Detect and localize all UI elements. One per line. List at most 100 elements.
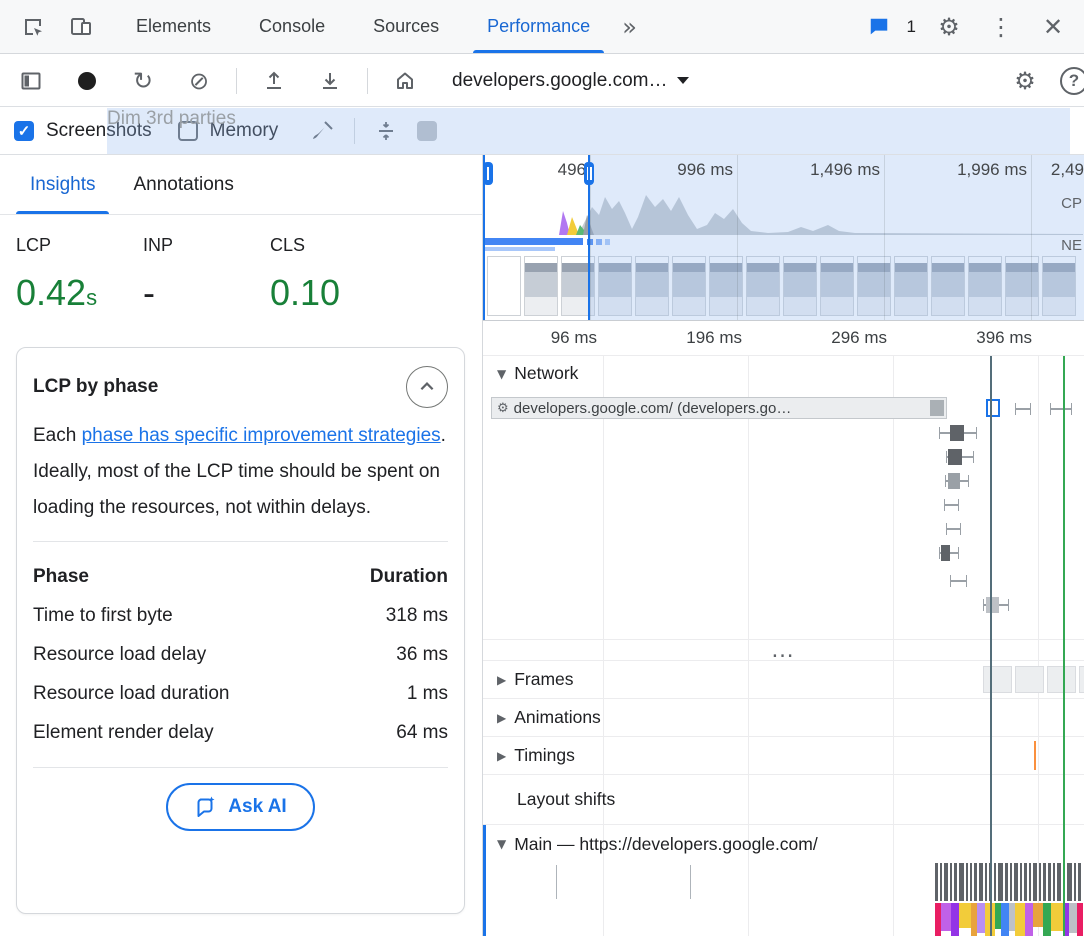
tab-insights[interactable]: Insights: [16, 155, 109, 214]
network-request-bar[interactable]: [941, 545, 950, 561]
filmstrip-thumbnail[interactable]: [487, 256, 521, 316]
network-request-bar[interactable]: ⚙ developers.google.com/ (developers.go…: [491, 397, 947, 419]
track-resize-handle[interactable]: …: [483, 639, 1084, 661]
network-request-bar[interactable]: [946, 523, 961, 535]
frame-thumbnail[interactable]: [1079, 666, 1084, 693]
flame-chart-segment[interactable]: [1001, 903, 1009, 936]
main-task-bar[interactable]: [1074, 863, 1076, 901]
improvement-strategies-link[interactable]: phase has specific improvement strategie…: [82, 425, 441, 446]
metric-cls[interactable]: CLS 0.10: [270, 235, 397, 314]
flame-chart-segment[interactable]: [1077, 903, 1083, 936]
main-task-bar[interactable]: [974, 863, 977, 901]
flame-chart-segment[interactable]: [1051, 903, 1063, 931]
main-task-bar[interactable]: [1005, 863, 1008, 901]
reload-and-record-icon[interactable]: ↻: [124, 62, 162, 100]
tab-sources[interactable]: Sources: [349, 0, 463, 53]
main-task-bar[interactable]: [979, 863, 983, 901]
record-button[interactable]: [68, 62, 106, 100]
flame-chart-segment[interactable]: [951, 903, 959, 936]
network-request-bar[interactable]: [950, 575, 967, 587]
metric-lcp[interactable]: LCP 0.42s: [16, 235, 143, 314]
network-request-bar[interactable]: [1050, 403, 1072, 415]
main-task-bar[interactable]: [1053, 863, 1055, 901]
track-main-header[interactable]: ▼ Main — https://developers.google.com/: [483, 825, 1084, 863]
right-handle-grip[interactable]: [584, 162, 594, 185]
tab-elements[interactable]: Elements: [112, 0, 235, 53]
main-task-bar[interactable]: [994, 863, 996, 901]
main-task-bar[interactable]: [950, 863, 952, 901]
frame-thumbnail[interactable]: [1047, 666, 1076, 693]
network-request-bar[interactable]: [944, 499, 959, 511]
network-request-bar[interactable]: [948, 449, 962, 465]
main-task-bar[interactable]: [1020, 863, 1022, 901]
live-metrics-home-icon[interactable]: [386, 62, 424, 100]
metric-inp[interactable]: INP -: [143, 235, 270, 314]
flame-chart-segment[interactable]: [941, 903, 951, 931]
tab-annotations[interactable]: Annotations: [119, 155, 247, 214]
network-request-bar[interactable]: [950, 425, 964, 441]
help-icon[interactable]: ?: [1060, 67, 1084, 95]
tab-performance[interactable]: Performance: [463, 0, 614, 53]
main-task-bar[interactable]: [935, 863, 938, 901]
flame-chart-segment[interactable]: [1015, 903, 1025, 936]
main-task-bar[interactable]: [1067, 863, 1072, 901]
flame-chart-segment[interactable]: [959, 903, 971, 928]
flame-chart-segment[interactable]: [1033, 903, 1043, 927]
frame-thumbnail[interactable]: [983, 666, 1012, 693]
main-task-bar[interactable]: [1043, 863, 1046, 901]
toggle-sidebar-icon[interactable]: [12, 62, 50, 100]
capture-settings-gear-icon[interactable]: ⚙: [1006, 62, 1044, 100]
network-request-bar[interactable]: [986, 597, 999, 613]
main-task-bar[interactable]: [1039, 863, 1041, 901]
main-task-bar[interactable]: [1057, 863, 1061, 901]
device-toolbar-icon[interactable]: [62, 8, 100, 46]
frame-thumbnail[interactable]: [1015, 666, 1044, 693]
main-task-bar[interactable]: [970, 863, 972, 901]
main-task-bar[interactable]: [985, 863, 987, 901]
screenshots-checkbox[interactable]: [14, 121, 34, 141]
filmstrip-thumbnail[interactable]: [524, 256, 558, 316]
ask-ai-button[interactable]: Ask AI: [166, 783, 314, 831]
main-task-bar[interactable]: [1033, 863, 1037, 901]
target-page-select[interactable]: developers.google.com…: [442, 64, 699, 98]
track-frames[interactable]: ▶ Frames: [483, 661, 1084, 699]
inspect-element-icon[interactable]: [14, 8, 52, 46]
console-messages-icon[interactable]: [865, 8, 893, 46]
flame-chart-segment[interactable]: [1043, 903, 1051, 936]
network-request-bar[interactable]: [948, 473, 960, 489]
track-timings[interactable]: ▶ Timings: [483, 737, 1084, 775]
close-icon[interactable]: ✕: [1034, 8, 1072, 46]
load-profile-icon[interactable]: [255, 62, 293, 100]
timing-marker[interactable]: [1034, 741, 1036, 770]
main-task-bar[interactable]: [1014, 863, 1018, 901]
main-task-bar[interactable]: [1078, 863, 1081, 901]
flame-chart-segment[interactable]: [977, 903, 985, 933]
left-handle-grip[interactable]: [483, 162, 493, 185]
main-task-bar[interactable]: [1029, 863, 1031, 901]
collapse-card-button[interactable]: [406, 366, 448, 408]
tab-console[interactable]: Console: [235, 0, 349, 53]
track-animations[interactable]: ▶ Animations: [483, 699, 1084, 737]
flame-chart-segment[interactable]: [1025, 903, 1033, 936]
main-task-bar[interactable]: [954, 863, 957, 901]
main-task-bar[interactable]: [944, 863, 948, 901]
main-task-bar[interactable]: [1024, 863, 1027, 901]
dropdown-caret-icon: [677, 77, 689, 84]
track-layout-shifts[interactable]: Layout shifts: [483, 775, 1084, 825]
main-task-bar[interactable]: [1048, 863, 1051, 901]
main-task-bar[interactable]: [966, 863, 968, 901]
network-request-bar[interactable]: [1015, 403, 1031, 415]
more-tabs-icon[interactable]: »: [614, 0, 645, 53]
main-task-bar[interactable]: [959, 863, 964, 901]
track-network-header[interactable]: ▼ Network: [483, 356, 1084, 391]
main-task-bar[interactable]: [998, 863, 1003, 901]
kebab-menu-icon[interactable]: ⋮: [982, 8, 1020, 46]
settings-gear-icon[interactable]: ⚙: [930, 8, 968, 46]
timeline-overview[interactable]: CP NE 496996 ms1,496 ms1,996 ms2,49: [483, 155, 1084, 321]
clear-recording-icon[interactable]: ⊘: [180, 62, 218, 100]
main-task-bar[interactable]: [940, 863, 942, 901]
main-task-bar[interactable]: [1010, 863, 1012, 901]
flame-chart-segment[interactable]: [1069, 903, 1077, 933]
network-request-bar[interactable]: [986, 399, 1000, 417]
save-profile-icon[interactable]: [311, 62, 349, 100]
